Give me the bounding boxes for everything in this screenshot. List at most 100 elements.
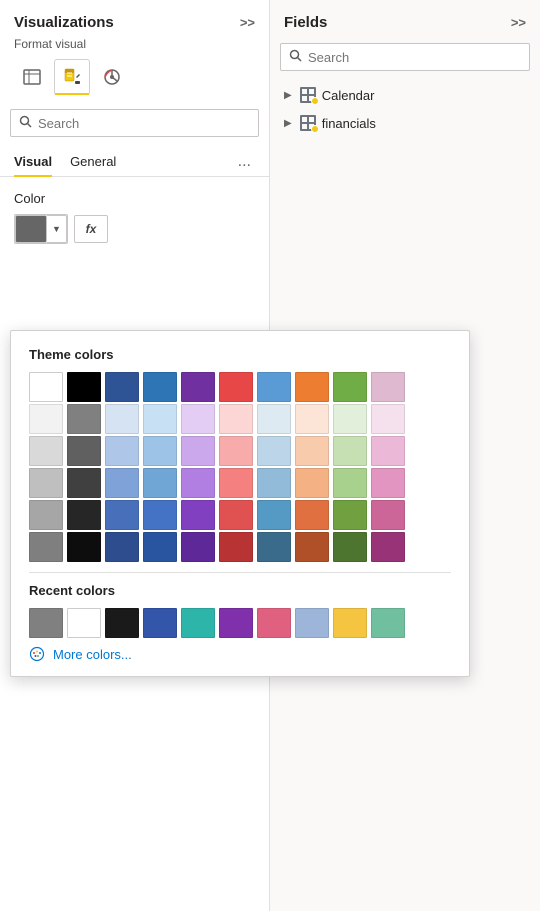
theme-color-cell[interactable] — [371, 372, 405, 402]
theme-color-cell[interactable] — [181, 500, 215, 530]
theme-color-cell[interactable] — [143, 532, 177, 562]
recent-color-cell[interactable] — [333, 608, 367, 638]
theme-color-cell[interactable] — [29, 468, 63, 498]
theme-color-cell[interactable] — [105, 468, 139, 498]
theme-color-cell[interactable] — [257, 532, 291, 562]
recent-color-cell[interactable] — [105, 608, 139, 638]
theme-color-cell[interactable] — [67, 500, 101, 530]
theme-color-cell[interactable] — [219, 532, 253, 562]
theme-color-cell[interactable] — [181, 532, 215, 562]
theme-color-cell[interactable] — [181, 404, 215, 434]
theme-color-cell[interactable] — [143, 404, 177, 434]
recent-color-cell[interactable] — [67, 608, 101, 638]
theme-color-cell[interactable] — [371, 468, 405, 498]
theme-color-cell[interactable] — [295, 468, 329, 498]
theme-color-cell[interactable] — [105, 532, 139, 562]
theme-color-cell[interactable] — [295, 372, 329, 402]
calendar-table-icon — [300, 87, 316, 103]
theme-color-cell[interactable] — [181, 372, 215, 402]
recent-color-cell[interactable] — [219, 608, 253, 638]
theme-color-cell[interactable] — [333, 532, 367, 562]
theme-color-cell[interactable] — [257, 500, 291, 530]
more-colors-button[interactable]: More colors... — [29, 642, 451, 666]
right-search-input[interactable] — [308, 50, 521, 65]
theme-color-grid — [29, 372, 451, 562]
theme-color-cell[interactable] — [295, 436, 329, 466]
color-swatch[interactable] — [15, 215, 47, 243]
theme-color-cell[interactable] — [105, 372, 139, 402]
theme-color-cell[interactable] — [257, 372, 291, 402]
field-item-financials[interactable]: ▶ financials — [270, 109, 540, 137]
theme-color-cell[interactable] — [333, 436, 367, 466]
theme-color-cell[interactable] — [143, 468, 177, 498]
theme-color-cell[interactable] — [257, 404, 291, 434]
theme-color-cell[interactable] — [143, 372, 177, 402]
theme-color-cell[interactable] — [295, 532, 329, 562]
theme-color-cell[interactable] — [219, 404, 253, 434]
tab-visual[interactable]: Visual — [14, 147, 52, 176]
field-item-calendar[interactable]: ▶ Calendar — [270, 81, 540, 109]
theme-color-cell[interactable] — [29, 436, 63, 466]
theme-color-cell[interactable] — [67, 404, 101, 434]
theme-color-cell[interactable] — [333, 500, 367, 530]
recent-color-cell[interactable] — [143, 608, 177, 638]
tab-general[interactable]: General — [70, 147, 116, 176]
financials-badge — [311, 125, 319, 133]
theme-color-cell[interactable] — [219, 372, 253, 402]
theme-color-cell[interactable] — [181, 436, 215, 466]
recent-color-cell[interactable] — [371, 608, 405, 638]
theme-color-cell[interactable] — [333, 404, 367, 434]
theme-color-cell[interactable] — [295, 500, 329, 530]
fields-expand-icon[interactable]: >> — [511, 15, 526, 30]
right-search-box[interactable] — [280, 43, 530, 71]
theme-color-cell[interactable] — [29, 500, 63, 530]
theme-color-cell[interactable] — [105, 500, 139, 530]
format-icon-data[interactable] — [14, 59, 50, 95]
left-search-input[interactable] — [38, 116, 250, 131]
theme-color-cell[interactable] — [333, 372, 367, 402]
left-search-box[interactable] — [10, 109, 259, 137]
tab-more-button[interactable]: ... — [234, 149, 255, 175]
theme-color-cell[interactable] — [181, 468, 215, 498]
theme-color-cell[interactable] — [29, 372, 63, 402]
panel-title: Visualizations — [14, 14, 114, 31]
format-icon-analytics[interactable] — [94, 59, 130, 95]
theme-color-row-0 — [29, 372, 451, 402]
calendar-chevron-icon: ▶ — [284, 90, 292, 101]
theme-color-cell[interactable] — [371, 436, 405, 466]
theme-color-cell[interactable] — [105, 436, 139, 466]
financials-table-icon — [300, 115, 316, 131]
fx-button[interactable]: fx — [74, 215, 108, 243]
more-colors-label: More colors... — [53, 647, 132, 662]
theme-color-cell[interactable] — [295, 404, 329, 434]
theme-color-cell[interactable] — [143, 436, 177, 466]
theme-color-cell[interactable] — [143, 500, 177, 530]
theme-color-row-4 — [29, 500, 451, 530]
theme-color-cell[interactable] — [219, 468, 253, 498]
color-dropdown-button[interactable]: ▼ — [47, 215, 67, 243]
theme-color-cell[interactable] — [219, 500, 253, 530]
financials-chevron-icon: ▶ — [284, 118, 292, 129]
theme-color-cell[interactable] — [333, 468, 367, 498]
theme-color-cell[interactable] — [257, 468, 291, 498]
recent-color-cell[interactable] — [257, 608, 291, 638]
format-icon-paint[interactable] — [54, 59, 90, 95]
recent-color-cell[interactable] — [181, 608, 215, 638]
theme-color-cell[interactable] — [29, 532, 63, 562]
theme-color-cell[interactable] — [67, 436, 101, 466]
recent-color-cell[interactable] — [295, 608, 329, 638]
theme-color-cell[interactable] — [29, 404, 63, 434]
theme-color-cell[interactable] — [371, 404, 405, 434]
recent-color-cell[interactable] — [29, 608, 63, 638]
theme-color-cell[interactable] — [67, 372, 101, 402]
theme-color-cell[interactable] — [219, 436, 253, 466]
expand-icon[interactable]: >> — [240, 15, 255, 30]
theme-color-cell[interactable] — [67, 532, 101, 562]
theme-color-row-1 — [29, 404, 451, 434]
theme-color-cell[interactable] — [67, 468, 101, 498]
theme-color-cell[interactable] — [257, 436, 291, 466]
theme-color-cell[interactable] — [371, 532, 405, 562]
theme-color-cell[interactable] — [371, 500, 405, 530]
theme-color-cell[interactable] — [105, 404, 139, 434]
format-icon-group — [0, 59, 269, 105]
